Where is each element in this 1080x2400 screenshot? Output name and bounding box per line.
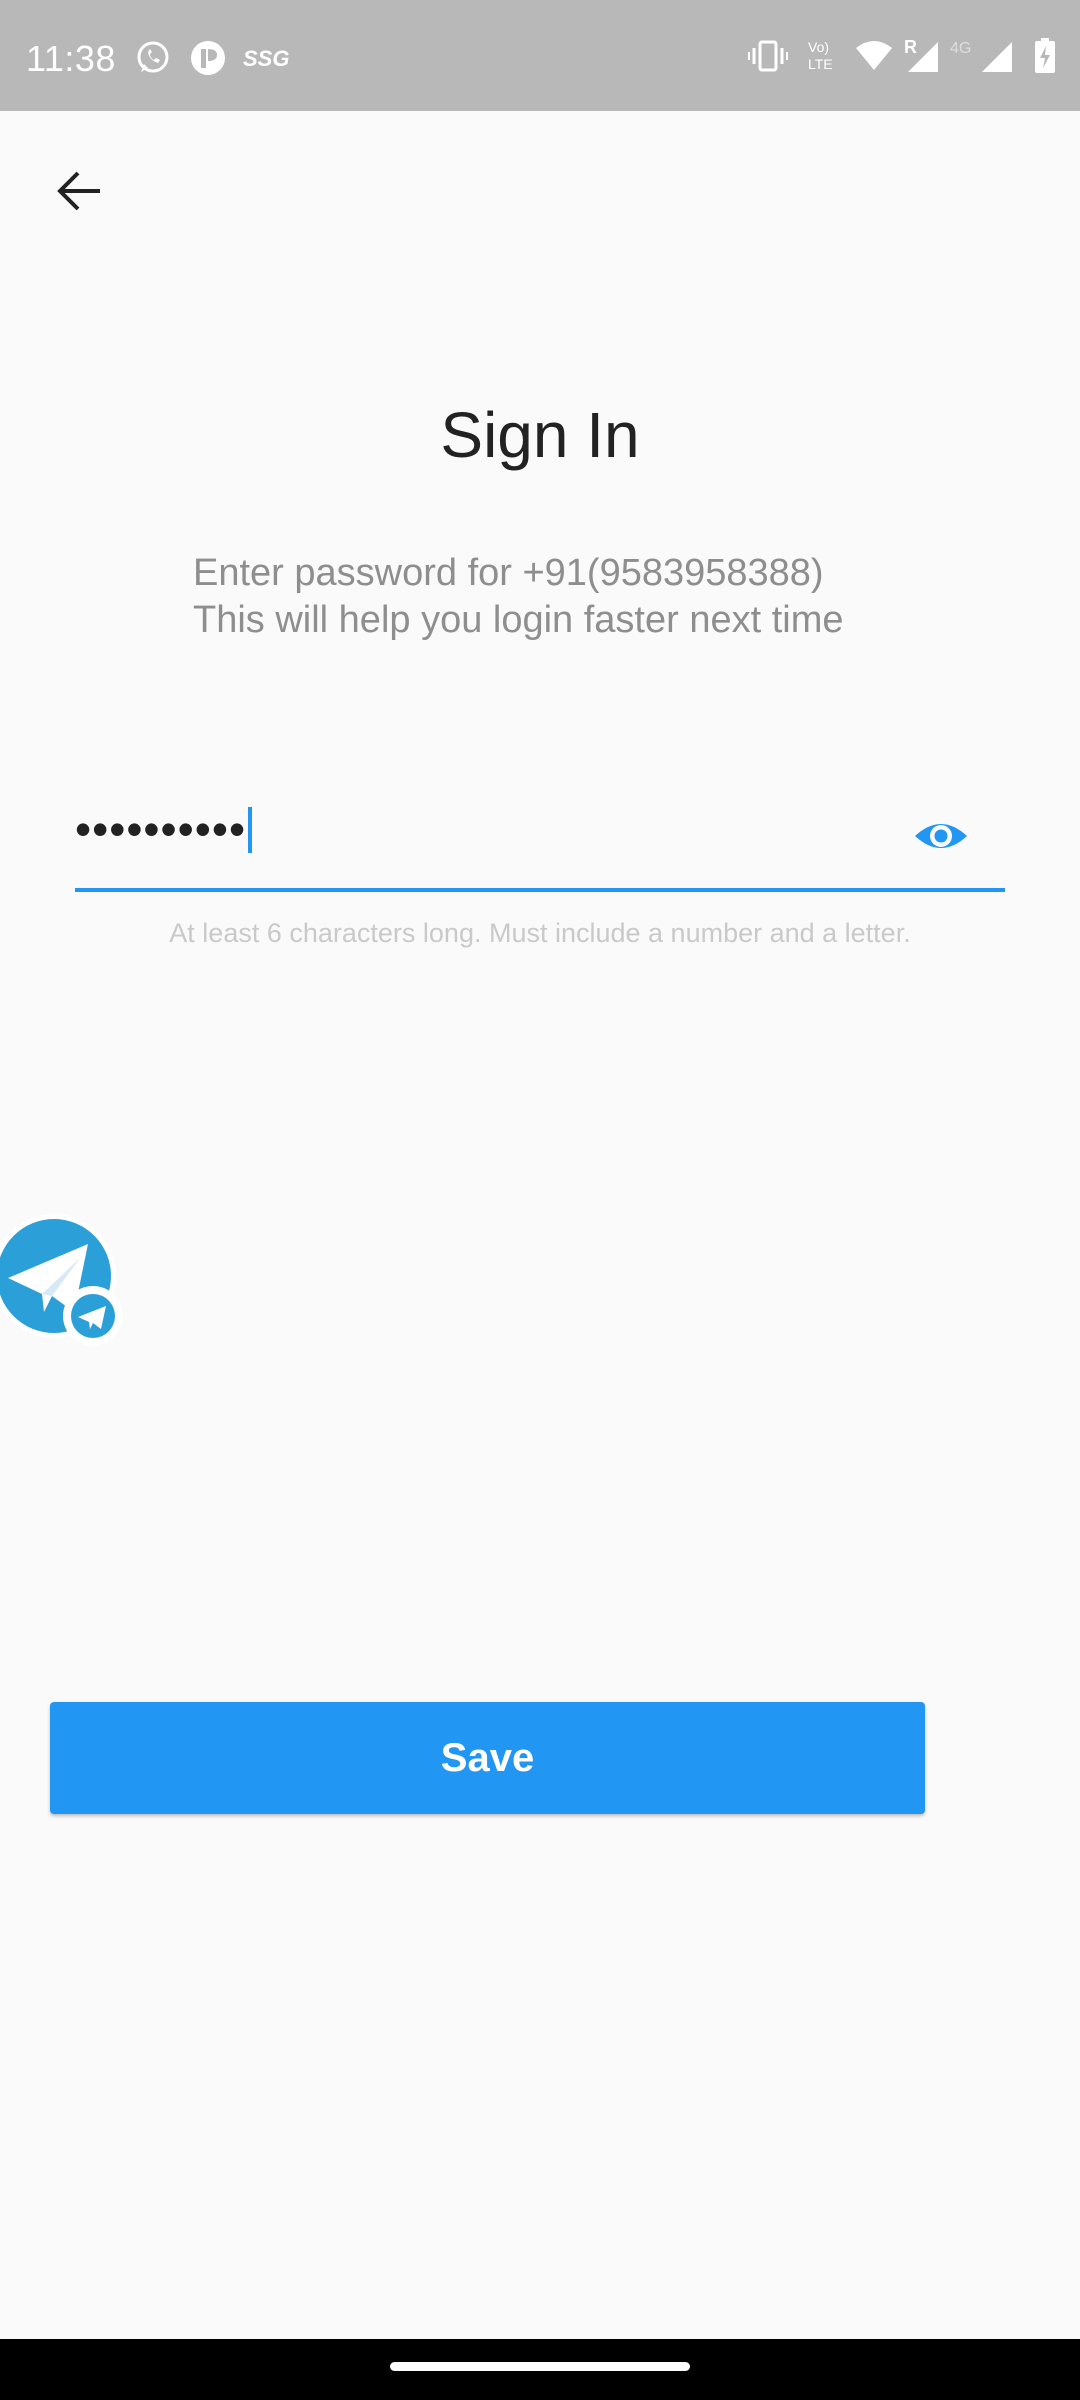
page-title: Sign In — [440, 399, 640, 471]
subtitle-line-1: Enter password for +91(9583958388) — [193, 552, 824, 594]
signal-4g-icon: 4G — [950, 38, 1016, 74]
telegram-icon — [0, 1214, 123, 1346]
telegram-chat-bubble[interactable] — [0, 1208, 128, 1348]
password-value[interactable]: •••••••••• — [75, 802, 253, 856]
status-time: 11:38 — [26, 38, 116, 79]
app-icon — [190, 40, 226, 81]
text-caret — [248, 807, 253, 853]
home-gesture-handle[interactable] — [390, 2362, 690, 2371]
volte-icon: Vo) LTE — [808, 39, 833, 72]
arrow-left-icon — [57, 171, 100, 211]
signal-roaming-icon: R — [902, 38, 942, 74]
password-field[interactable]: •••••••••• — [75, 790, 1005, 892]
battery-charging-icon — [1034, 38, 1056, 79]
eye-icon — [915, 824, 967, 848]
navigation-bar — [0, 2339, 1080, 2400]
back-button[interactable] — [46, 160, 116, 230]
status-bar: 11:38 SSG Vo) LTE R 4G — [0, 0, 1080, 111]
vibrate-icon — [748, 38, 788, 79]
wifi-icon — [854, 38, 894, 79]
subtitle-line-2: This will help you login faster next tim… — [193, 599, 844, 641]
save-button[interactable]: Save — [50, 1702, 925, 1814]
password-helper-text: At least 6 characters long. Must include… — [169, 918, 911, 948]
subtitle: Enter password for +91(9583958388) This … — [193, 550, 973, 644]
toggle-visibility-button[interactable] — [913, 808, 969, 864]
whatsapp-icon — [135, 40, 171, 81]
ssg-icon: SSG — [243, 46, 290, 71]
